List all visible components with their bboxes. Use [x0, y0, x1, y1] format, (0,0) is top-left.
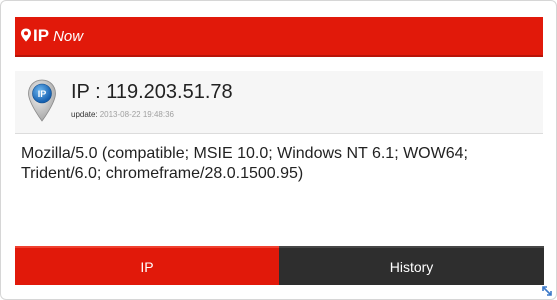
ip-info-panel: IP IP : 119.203.51.78 update: 2013-08-22 … [15, 71, 543, 134]
ip-map-marker-icon: IP [27, 79, 57, 123]
tab-history[interactable]: History [279, 246, 544, 285]
location-pin-icon [20, 28, 32, 42]
user-agent-text: Mozilla/5.0 (compatible; MSIE 10.0; Wind… [21, 145, 468, 182]
app-header: IP Now [15, 17, 543, 57]
update-time: 2013-08-22 19:48:36 [99, 110, 174, 119]
update-label: update: [71, 110, 98, 119]
app-title-ip: IP [33, 26, 50, 45]
tab-ip[interactable]: IP [15, 246, 279, 285]
ip-address-label: IP : 119.203.51.78 [71, 81, 233, 103]
resize-arrow-icon[interactable] [541, 284, 553, 296]
app-title-now: Now [53, 27, 84, 45]
update-timestamp: update: 2013-08-22 19:48:36 [71, 110, 174, 119]
svg-text:IP: IP [38, 89, 47, 99]
popup-window: IP Now IP IP : 119.203.51.78 update: 201… [0, 0, 557, 300]
bottom-tab-bar: IP History [15, 246, 544, 285]
